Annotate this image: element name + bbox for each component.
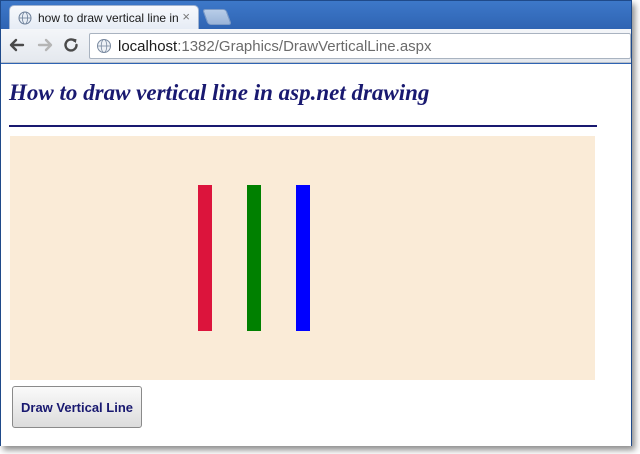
forward-button[interactable] xyxy=(35,35,55,55)
tab-active[interactable]: how to draw vertical line in × xyxy=(9,5,199,29)
globe-icon xyxy=(18,11,32,24)
tab-strip: how to draw vertical line in × xyxy=(1,1,631,29)
url-host: localhost xyxy=(118,37,178,55)
vertical-line-red xyxy=(198,185,212,331)
browser-window: how to draw vertical line in × localhost… xyxy=(0,0,632,446)
address-bar[interactable]: localhost:1382/Graphics/DrawVerticalLine… xyxy=(89,33,631,59)
drawing-canvas xyxy=(10,136,595,380)
reload-icon xyxy=(64,38,78,52)
arrow-right-icon xyxy=(37,38,53,52)
page-content: How to draw vertical line in asp.net dra… xyxy=(1,64,631,446)
page-globe-icon xyxy=(97,39,111,53)
reload-button[interactable] xyxy=(61,35,81,55)
close-icon[interactable]: × xyxy=(182,9,190,24)
page-title: How to draw vertical line in asp.net dra… xyxy=(9,80,430,105)
draw-vertical-line-button[interactable]: Draw Vertical Line xyxy=(12,386,142,428)
horizontal-rule xyxy=(9,125,597,127)
back-button[interactable] xyxy=(7,35,27,55)
arrow-left-icon xyxy=(9,38,25,52)
new-tab-button[interactable] xyxy=(202,9,232,25)
url-path: :1382/Graphics/DrawVerticalLine.aspx xyxy=(177,37,432,55)
vertical-line-green xyxy=(247,185,261,331)
toolbar: localhost:1382/Graphics/DrawVerticalLine… xyxy=(1,29,631,63)
tab-title: how to draw vertical line in xyxy=(38,10,178,25)
vertical-line-blue xyxy=(296,185,310,331)
